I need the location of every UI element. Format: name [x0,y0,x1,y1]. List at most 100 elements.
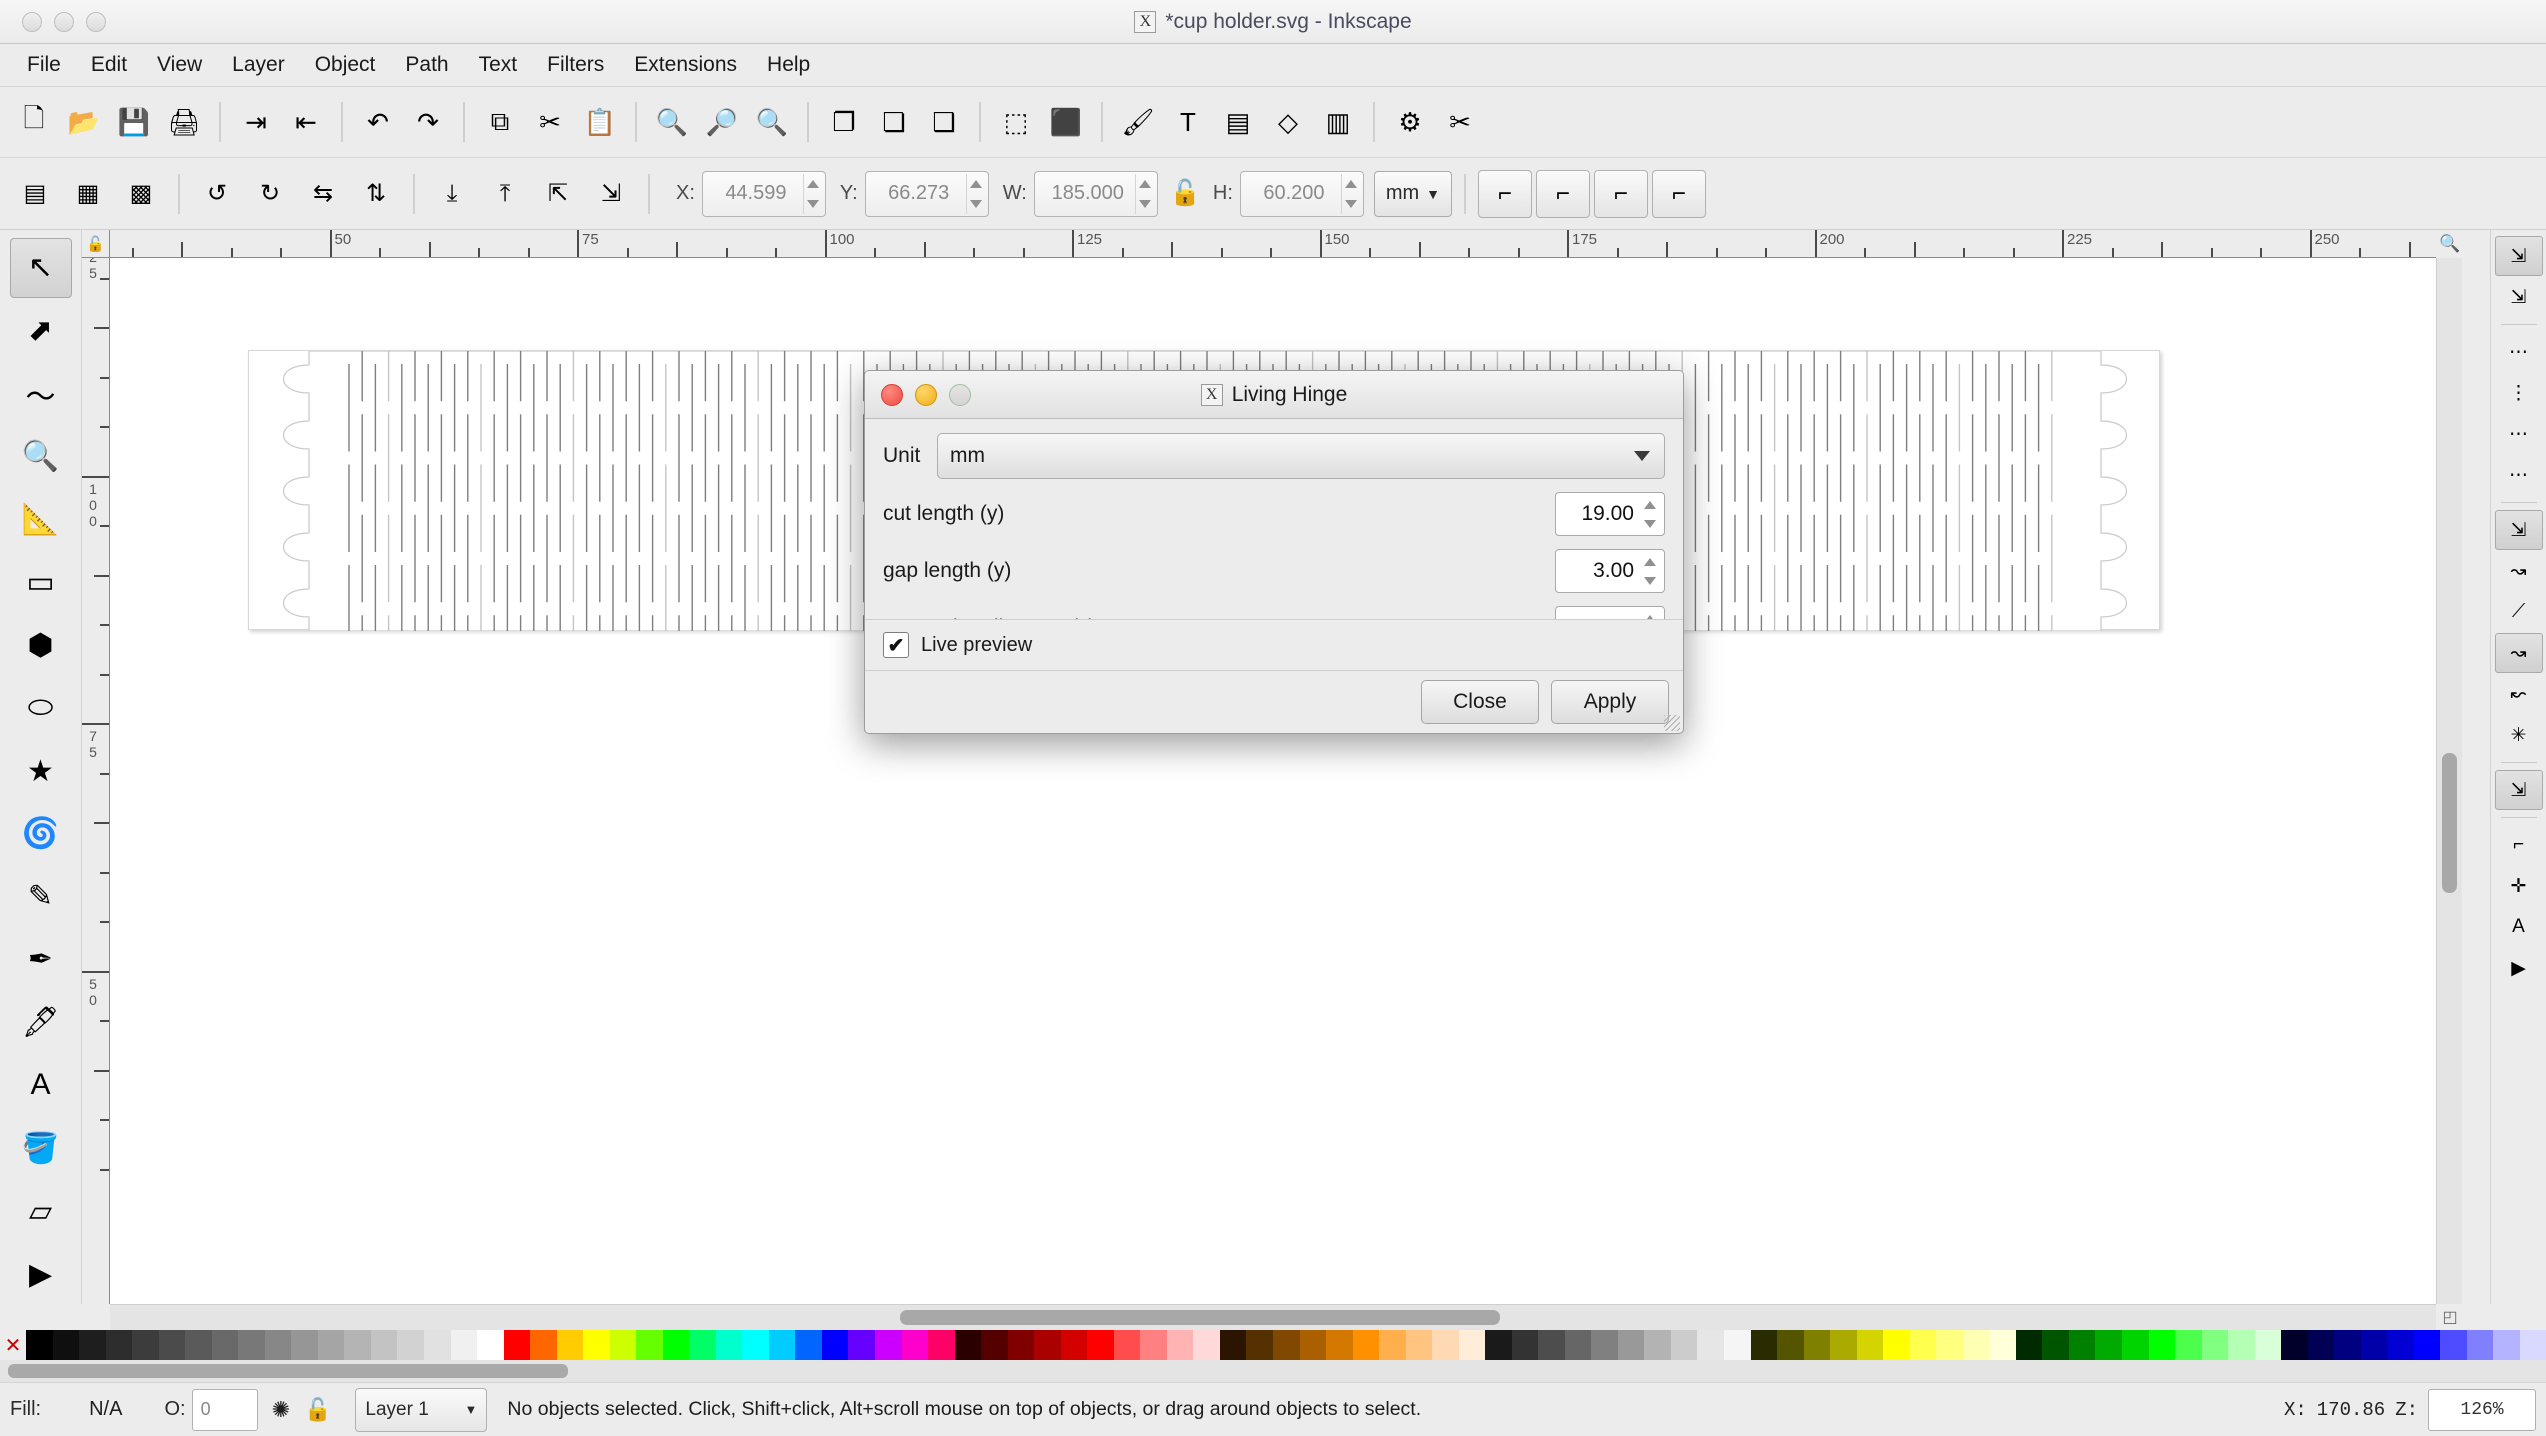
stepper-up-icon[interactable] [1139,179,1152,188]
stepper-up-icon[interactable] [1644,614,1656,619]
rotate-cw-button[interactable]: ↻ [245,169,295,219]
palette-swatch[interactable] [1644,1330,1671,1360]
snap-object-centers-button[interactable]: ⌐ [2495,825,2543,865]
palette-swatch[interactable] [556,1330,584,1360]
canvas-horizontal-scrollbar[interactable] [110,1304,2436,1330]
ungroup-button[interactable]: ⬛ [1042,98,1090,146]
bezier-tool[interactable]: ✒ [10,930,72,990]
node-tool[interactable]: ⬈ [10,301,72,361]
preferences-button[interactable]: ⚙ [1386,98,1434,146]
palette-swatch[interactable] [1007,1330,1035,1360]
palette-swatch[interactable] [2148,1330,2176,1360]
new-document-button[interactable]: 🗋 [10,98,58,146]
palette-swatch[interactable] [185,1330,212,1360]
dialog-close-button[interactable] [881,383,903,406]
palette-swatch[interactable] [1432,1330,1459,1360]
palette-swatch[interactable] [1379,1330,1406,1360]
palette-swatch[interactable] [2228,1330,2255,1360]
palette-swatch[interactable] [954,1330,982,1360]
palette-swatch[interactable] [583,1330,610,1360]
ellipse-tool[interactable]: ⬭ [10,678,72,738]
menu-path[interactable]: Path [390,49,463,81]
palette-swatch[interactable] [26,1330,53,1360]
separation-distance-steppers[interactable] [1639,609,1661,619]
palette-swatch[interactable] [2307,1330,2335,1360]
palette-swatch[interactable] [238,1330,265,1360]
palette-swatch[interactable] [344,1330,371,1360]
horizontal-scroll-thumb[interactable] [900,1310,1500,1325]
palette-swatch[interactable] [317,1330,345,1360]
palette-swatch[interactable] [689,1330,716,1360]
gap-length-input[interactable]: 3.00 [1555,549,1665,593]
palette-swatch[interactable] [2387,1330,2414,1360]
zoom-page-button[interactable]: 🔍 [748,98,796,146]
palette-swatch[interactable] [636,1330,663,1360]
live-preview-row[interactable]: ✔ Live preview [865,620,1683,670]
palette-swatch[interactable] [2466,1330,2494,1360]
affect-rounded-corners-button[interactable]: ⌐ [1535,169,1590,218]
palette-swatch[interactable] [1140,1330,1167,1360]
palette-swatch[interactable] [1989,1330,2016,1360]
close-button[interactable]: Close [1421,680,1539,724]
h-field[interactable]: 60.200 [1239,170,1364,217]
palette-swatch[interactable] [662,1330,690,1360]
menu-help[interactable]: Help [752,49,825,81]
canvas-vertical-scrollbar[interactable] [2436,258,2462,1304]
palette-swatch[interactable] [1724,1330,1751,1360]
palette-swatch[interactable] [2068,1330,2096,1360]
palette-swatch[interactable] [503,1330,531,1360]
stepper-down-icon[interactable] [1644,576,1656,585]
palette-swatch[interactable] [928,1330,955,1360]
snap-bbox-edges-button[interactable]: ⋯ [2495,332,2543,372]
palette-swatch[interactable] [1511,1330,1539,1360]
text-tool[interactable]: A [10,1055,72,1115]
zoom-drawing-button[interactable]: 🔎 [698,98,746,146]
layer-visibility-icon[interactable]: ✺ [272,1397,290,1423]
palette-swatch[interactable] [1060,1330,1088,1360]
live-preview-checkbox[interactable]: ✔ [883,632,909,658]
snap-cusp-nodes-button[interactable]: ↝ [2494,633,2543,673]
palette-scrollbar[interactable] [0,1360,2546,1382]
box3d-tool[interactable]: ⬢ [10,615,72,675]
palette-swatch[interactable] [1670,1330,1698,1360]
stepper-down-icon[interactable] [970,199,983,208]
pencil-tool[interactable]: ✎ [10,867,72,927]
snap-bbox-centers-button[interactable]: ⋯ [2495,455,2543,495]
select-all-layers-button[interactable]: ▦ [63,169,113,219]
palette-swatch[interactable] [530,1330,557,1360]
palette-swatch[interactable] [1087,1330,1114,1360]
stepper-up-icon[interactable] [970,179,983,188]
snap-more-button[interactable]: ▶ [2495,948,2543,988]
affect-patterns-button[interactable]: ⌐ [1651,169,1706,218]
lower-to-bottom-button[interactable]: ⤓ [427,169,477,219]
more-tools[interactable]: ▶ [10,1244,72,1304]
palette-swatch[interactable] [1193,1330,1220,1360]
palette-swatch[interactable] [132,1330,159,1360]
group-button[interactable]: ⬚ [992,98,1040,146]
palette-swatch[interactable] [211,1330,239,1360]
y-field-steppers[interactable] [965,173,986,214]
palette-swatch[interactable] [1750,1330,1778,1360]
palette-swatch[interactable] [52,1330,80,1360]
fill-stroke-dialog-button[interactable]: 🖌 [1114,98,1162,146]
spiral-tool[interactable]: 🌀 [10,804,72,864]
stepper-down-icon[interactable] [1139,199,1152,208]
stepper-down-icon[interactable] [807,199,820,208]
palette-swatch[interactable] [1617,1330,1645,1360]
x-field-steppers[interactable] [802,173,823,214]
layer-lock-icon[interactable]: 🔓 [304,1397,331,1423]
palette-swatch[interactable] [291,1330,318,1360]
snap-others-button[interactable]: ⇲ [2494,770,2543,810]
stepper-up-icon[interactable] [1345,179,1358,188]
palette-swatch[interactable] [1962,1330,1990,1360]
menu-text[interactable]: Text [464,49,533,81]
h-field-steppers[interactable] [1340,173,1361,214]
palette-swatch[interactable] [158,1330,186,1360]
menu-view[interactable]: View [142,49,217,81]
snap-paths-button[interactable]: ↝ [2495,551,2543,591]
cut-length-input[interactable]: 19.00 [1555,492,1665,536]
palette-swatch[interactable] [1803,1330,1831,1360]
undo-button[interactable]: ↶ [354,98,402,146]
rectangle-tool[interactable]: ▭ [10,552,72,612]
eraser-tool[interactable]: ▱ [10,1181,72,1241]
